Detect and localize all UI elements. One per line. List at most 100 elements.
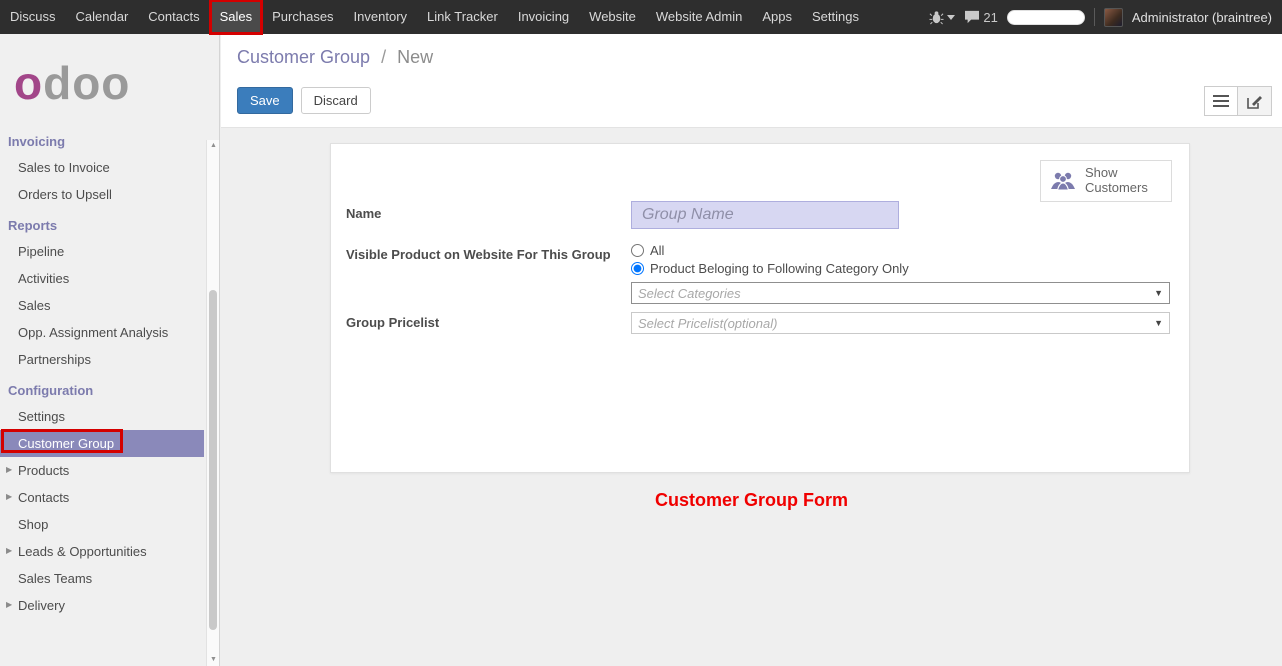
pricelist-select[interactable]: Select Pricelist(optional) ▼	[631, 312, 1170, 334]
sidebar-item-products[interactable]: ▶ Products	[0, 457, 204, 484]
sidebar-item-sales-to-invoice[interactable]: Sales to Invoice	[0, 154, 204, 181]
sidebar-item-label: Orders to Upsell	[18, 187, 112, 202]
view-switcher	[1204, 86, 1272, 116]
sidebar-item-activities[interactable]: Activities	[0, 265, 204, 292]
caret-down-icon	[947, 15, 955, 20]
breadcrumb-customer-group[interactable]: Customer Group	[237, 47, 370, 67]
content-header: Customer Group / New Save Discard	[221, 34, 1282, 128]
breadcrumb-new: New	[397, 47, 433, 67]
sidebar-item-opp-assignment-analysis[interactable]: Opp. Assignment Analysis	[0, 319, 204, 346]
name-field-label: Name	[346, 206, 381, 221]
section-title-reports: Reports	[0, 208, 219, 238]
dropdown-arrow-icon: ▼	[1154, 288, 1163, 298]
annotation-caption: Customer Group Form	[221, 490, 1282, 511]
sidebar-item-label: Customer Group	[18, 436, 114, 451]
sidebar-scrollbar[interactable]: ▲ ▼	[206, 140, 219, 666]
logo-rest: doo	[43, 57, 130, 109]
menu-invoicing[interactable]: Invoicing	[508, 0, 579, 34]
debug-menu-button[interactable]	[929, 10, 955, 25]
menu-purchases[interactable]: Purchases	[262, 0, 343, 34]
list-icon	[1213, 94, 1229, 108]
sidebar: odoo Invoicing Sales to Invoice Orders t…	[0, 34, 220, 666]
logo-letter: o	[14, 57, 43, 109]
menu-discuss[interactable]: Discuss	[0, 0, 66, 34]
messages-button[interactable]: 21	[964, 10, 997, 25]
sidebar-item-label: Sales	[18, 298, 51, 313]
topbar-right-cluster: 21 Administrator (braintree)	[929, 0, 1282, 34]
show-customers-button[interactable]: Show Customers	[1040, 160, 1172, 202]
sidebar-item-shop[interactable]: Shop	[0, 511, 204, 538]
menu-inventory[interactable]: Inventory	[344, 0, 417, 34]
odoo-logo: odoo	[0, 34, 219, 124]
sidebar-item-settings[interactable]: Settings	[0, 403, 204, 430]
edit-form-icon	[1247, 94, 1263, 109]
expand-arrow-icon: ▶	[6, 465, 12, 474]
sidebar-item-pipeline[interactable]: Pipeline	[0, 238, 204, 265]
user-avatar[interactable]	[1104, 8, 1123, 27]
sidebar-item-orders-to-upsell[interactable]: Orders to Upsell	[0, 181, 204, 208]
categories-select-placeholder: Select Categories	[638, 286, 1154, 301]
customer-group-form-card: Show Customers Name Visible Product on W…	[330, 143, 1190, 473]
categories-select[interactable]: Select Categories ▼	[631, 282, 1170, 304]
sidebar-item-label: Delivery	[18, 598, 65, 613]
discard-button[interactable]: Discard	[301, 87, 371, 114]
bug-icon	[929, 10, 944, 25]
sidebar-item-delivery[interactable]: ▶ Delivery	[0, 592, 204, 619]
radio-all-input[interactable]	[631, 244, 644, 257]
breadcrumb: Customer Group / New	[221, 34, 1282, 68]
menu-link-tracker[interactable]: Link Tracker	[417, 0, 508, 34]
radio-option-all[interactable]: All	[631, 243, 664, 258]
sidebar-item-label: Sales to Invoice	[18, 160, 110, 175]
sidebar-item-customer-group[interactable]: Customer Group	[0, 430, 204, 457]
menu-sales[interactable]: Sales	[210, 0, 263, 34]
customers-group-icon	[1049, 169, 1077, 193]
scroll-up-arrow[interactable]: ▲	[207, 140, 220, 152]
sidebar-item-label: Contacts	[18, 490, 69, 505]
sidebar-item-leads-opportunities[interactable]: ▶ Leads & Opportunities	[0, 538, 204, 565]
group-name-input[interactable]	[631, 201, 899, 229]
scroll-down-arrow[interactable]: ▼	[207, 654, 220, 666]
form-toolbar: Save Discard	[237, 87, 371, 114]
sidebar-item-label: Shop	[18, 517, 48, 532]
sidebar-item-partnerships[interactable]: Partnerships	[0, 346, 204, 373]
sidebar-item-contacts[interactable]: ▶ Contacts	[0, 484, 204, 511]
sidebar-item-label: Pipeline	[18, 244, 64, 259]
save-button[interactable]: Save	[237, 87, 293, 114]
pricelist-field-label: Group Pricelist	[346, 315, 439, 330]
sidebar-item-sales[interactable]: Sales	[0, 292, 204, 319]
messages-count: 21	[983, 10, 997, 25]
sidebar-item-label: Products	[18, 463, 69, 478]
form-view-button[interactable]	[1238, 86, 1272, 116]
show-customers-label: Show Customers	[1085, 166, 1163, 196]
sidebar-item-label: Sales Teams	[18, 571, 92, 586]
menu-apps[interactable]: Apps	[752, 0, 802, 34]
sidebar-item-label: Leads & Opportunities	[18, 544, 147, 559]
sidebar-item-label: Partnerships	[18, 352, 91, 367]
top-navigation-bar: Discuss Calendar Contacts Sales Purchase…	[0, 0, 1282, 34]
chat-bubble-icon	[964, 10, 980, 24]
sidebar-item-label: Opp. Assignment Analysis	[18, 325, 168, 340]
radio-option-category[interactable]: Product Beloging to Following Category O…	[631, 261, 909, 276]
section-title-configuration: Configuration	[0, 373, 219, 403]
radio-category-input[interactable]	[631, 262, 644, 275]
scrollbar-thumb[interactable]	[209, 290, 217, 630]
visibility-field-label: Visible Product on Website For This Grou…	[346, 247, 611, 262]
section-title-invoicing: Invoicing	[0, 124, 219, 154]
timer-pill	[1007, 10, 1085, 25]
menu-calendar[interactable]: Calendar	[66, 0, 139, 34]
top-menu-list: Discuss Calendar Contacts Sales Purchase…	[0, 0, 869, 34]
menu-website-admin[interactable]: Website Admin	[646, 0, 752, 34]
sidebar-item-label: Settings	[18, 409, 65, 424]
user-menu[interactable]: Administrator (braintree)	[1132, 10, 1272, 25]
sidebar-item-sales-teams[interactable]: Sales Teams	[0, 565, 204, 592]
menu-contacts[interactable]: Contacts	[138, 0, 209, 34]
menu-settings[interactable]: Settings	[802, 0, 869, 34]
dropdown-arrow-icon: ▼	[1154, 318, 1163, 328]
sidebar-item-label: Activities	[18, 271, 69, 286]
menu-website[interactable]: Website	[579, 0, 646, 34]
expand-arrow-icon: ▶	[6, 600, 12, 609]
breadcrumb-separator: /	[375, 47, 392, 67]
list-view-button[interactable]	[1204, 86, 1238, 116]
topbar-divider	[1094, 8, 1095, 26]
expand-arrow-icon: ▶	[6, 546, 12, 555]
